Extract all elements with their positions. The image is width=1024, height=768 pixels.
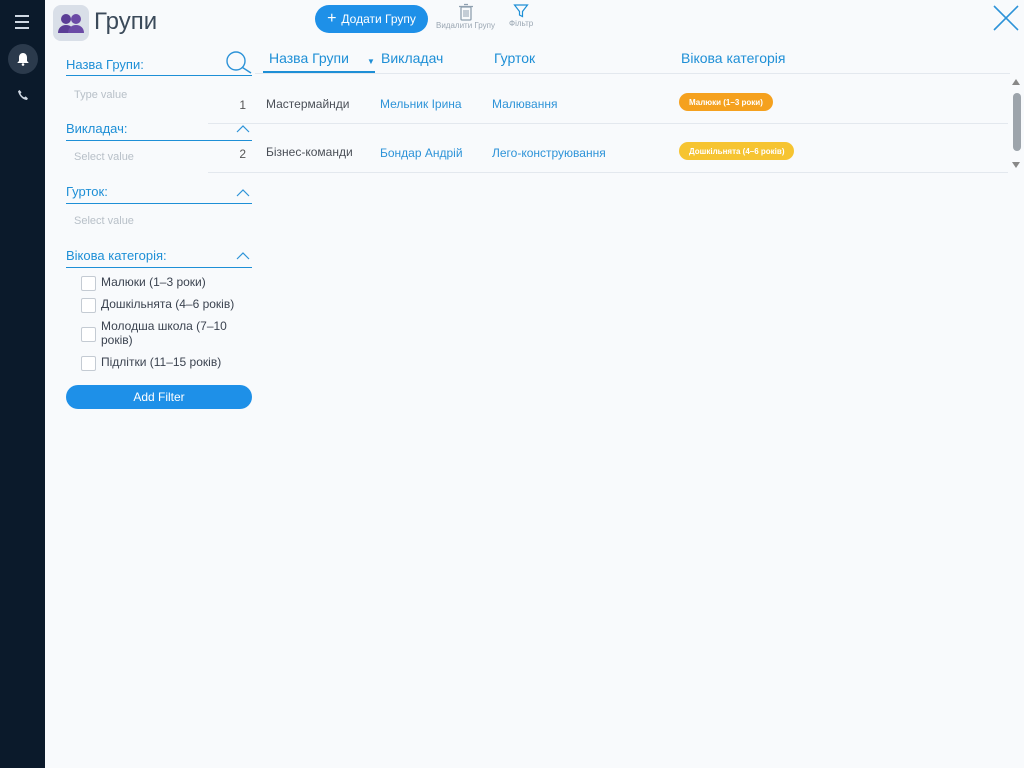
filter-teacher-label: Викладач:	[66, 121, 128, 136]
column-header-teacher[interactable]: Викладач	[381, 50, 443, 66]
club-select[interactable]: Select value	[74, 215, 134, 227]
age-option[interactable]: Малюки (1–3 роки)	[81, 275, 251, 291]
age-badge: Малюки (1–3 роки)	[679, 93, 773, 111]
close-icon[interactable]	[992, 4, 1020, 32]
bell-icon[interactable]	[8, 44, 38, 74]
chevron-up-icon[interactable]	[236, 188, 250, 198]
add-group-button[interactable]: + Додати Групу	[315, 5, 428, 33]
row-number: 2	[239, 147, 246, 161]
teacher-link[interactable]: Бондар Андрій	[380, 146, 463, 160]
checkbox[interactable]	[81, 327, 96, 342]
groups-icon	[53, 5, 89, 41]
menu-icon[interactable]	[15, 15, 29, 33]
column-header-club[interactable]: Гурток	[494, 50, 535, 66]
chevron-up-icon[interactable]	[236, 251, 250, 261]
group-name-cell[interactable]: Мастермайнди	[266, 97, 349, 111]
age-option-label: Дошкільнята (4–6 років)	[101, 297, 235, 311]
teacher-link[interactable]: Мельник Ірина	[380, 97, 462, 111]
scroll-down-arrow[interactable]	[1012, 162, 1020, 168]
checkbox[interactable]	[81, 276, 96, 291]
add-group-label: Додати Групу	[341, 12, 416, 26]
filter-divider	[66, 267, 252, 268]
column-header-age[interactable]: Вікова категорія	[681, 50, 786, 66]
header-divider	[255, 73, 1010, 74]
age-option[interactable]: Підлітки (11–15 років)	[81, 355, 251, 371]
filter-button[interactable]: Фільтр	[509, 3, 533, 28]
delete-group-button[interactable]: Видалити Групу	[436, 3, 495, 30]
row-divider	[208, 123, 1008, 124]
filter-divider	[66, 203, 252, 204]
filter-label: Фільтр	[509, 19, 534, 28]
row-number: 1	[239, 98, 246, 112]
sort-desc-icon[interactable]: ▼	[367, 57, 375, 66]
funnel-icon	[513, 4, 529, 18]
checkbox[interactable]	[81, 356, 96, 371]
filter-divider	[66, 75, 252, 76]
age-option-label: Молодша школа (7–10 років)	[101, 319, 227, 347]
age-option-label: Підлітки (11–15 років)	[101, 355, 222, 369]
age-option-label: Малюки (1–3 роки)	[101, 275, 206, 289]
club-link[interactable]: Лего-конструювання	[492, 146, 606, 160]
age-option[interactable]: Молодша школа (7–10 років)	[81, 319, 251, 347]
filter-age-label: Вікова категорія:	[66, 248, 167, 263]
filter-club-label: Гурток:	[66, 184, 108, 199]
group-name-cell[interactable]: Бізнес-команди	[266, 145, 353, 159]
group-name-input[interactable]: Type value	[74, 89, 127, 101]
age-option[interactable]: Дошкільнята (4–6 років)	[81, 297, 251, 313]
page-title: Групи	[94, 8, 158, 35]
chevron-up-icon[interactable]	[236, 124, 250, 134]
delete-group-label: Видалити Групу	[436, 21, 495, 30]
row-divider	[208, 172, 1008, 173]
search-icon[interactable]	[224, 50, 252, 74]
column-header-name[interactable]: Назва Групи	[269, 50, 349, 66]
add-filter-button[interactable]: Add Filter	[66, 385, 252, 409]
filter-group-name-label: Назва Групи:	[66, 57, 144, 72]
teacher-select[interactable]: Select value	[74, 151, 134, 163]
phone-icon[interactable]	[14, 86, 32, 104]
trash-icon	[458, 3, 473, 21]
scrollbar-thumb[interactable]	[1013, 93, 1021, 151]
filter-divider	[66, 140, 252, 141]
scroll-up-arrow[interactable]	[1012, 79, 1020, 85]
checkbox[interactable]	[81, 298, 96, 313]
age-badge: Дошкільнята (4–6 років)	[679, 142, 795, 160]
sidebar	[0, 0, 45, 768]
club-link[interactable]: Малювання	[492, 97, 557, 111]
plus-icon: +	[327, 10, 337, 27]
